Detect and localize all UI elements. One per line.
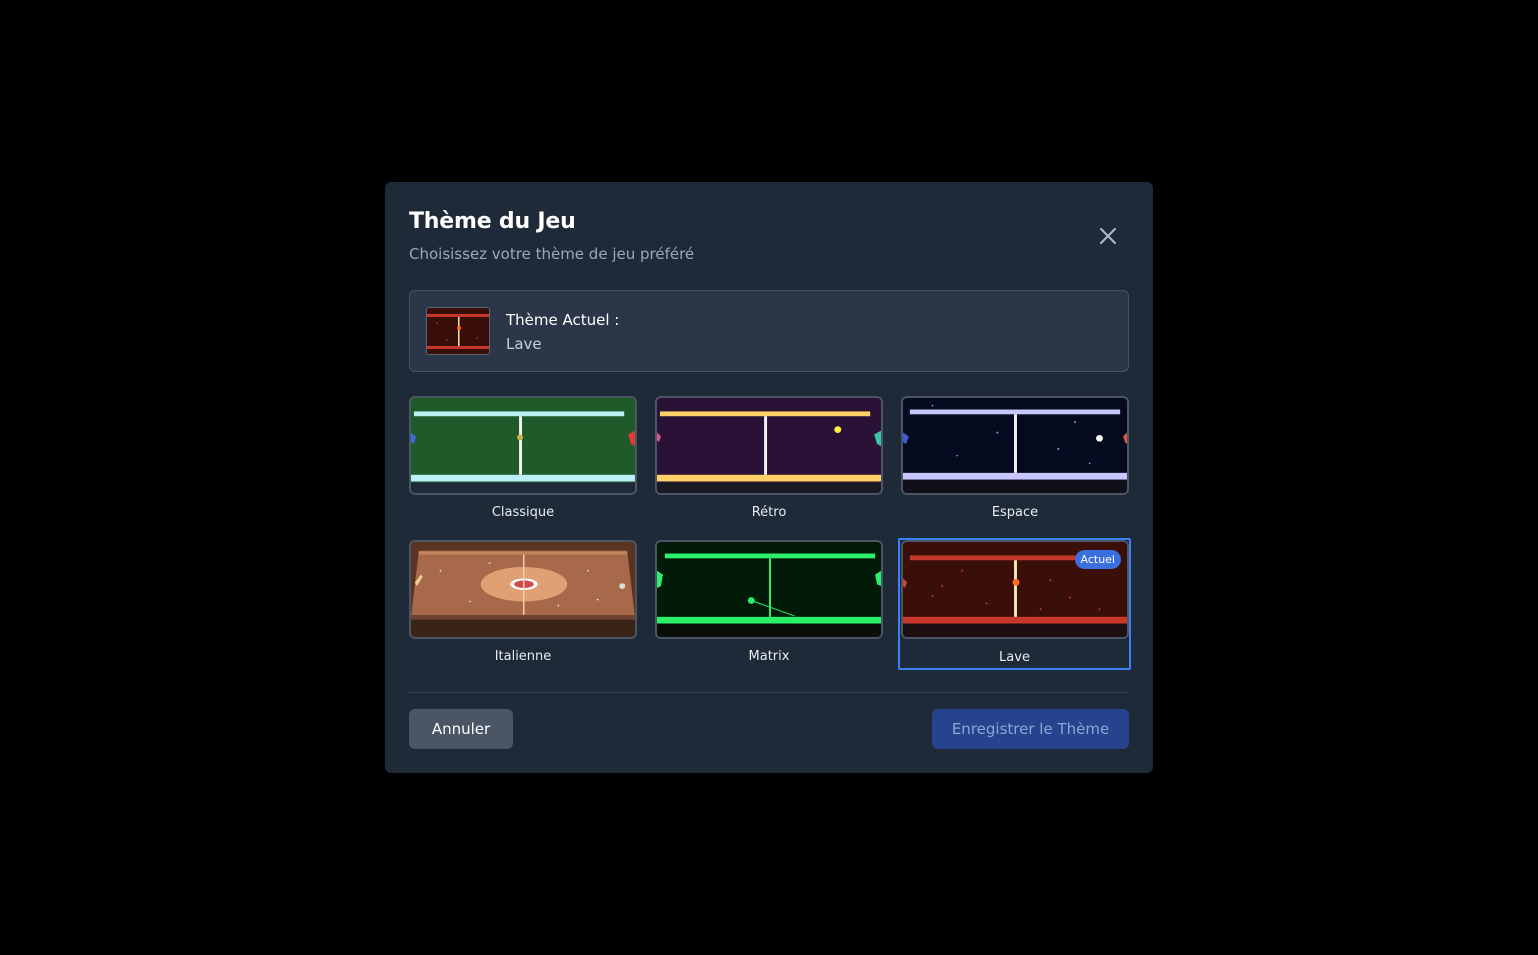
- theme-card-retro[interactable]: Rétro: [654, 396, 884, 526]
- theme-label-lave: Lave: [999, 650, 1030, 665]
- close-icon[interactable]: [1096, 224, 1120, 248]
- dialog-title: Thème du Jeu: [409, 209, 576, 234]
- current-theme-label: Thème Actuel :: [506, 311, 620, 329]
- dialog-subtitle: Choisissez votre thème de jeu préféré: [409, 245, 695, 263]
- theme-preview-retro: [655, 396, 883, 495]
- theme-label-italienne: Italienne: [494, 649, 552, 664]
- theme-label-classique: Classique: [491, 505, 555, 520]
- theme-card-italienne[interactable]: Italienne: [408, 540, 638, 670]
- save-theme-button[interactable]: Enregistrer le Thème: [932, 709, 1129, 749]
- theme-label-espace: Espace: [991, 505, 1039, 520]
- theme-label-retro: Rétro: [751, 505, 787, 520]
- theme-card-matrix[interactable]: Matrix: [654, 540, 884, 670]
- cancel-button[interactable]: Annuler: [409, 709, 513, 749]
- theme-label-matrix: Matrix: [748, 649, 790, 664]
- theme-card-lave[interactable]: Actuel Lave: [898, 538, 1131, 670]
- current-badge: Actuel: [1074, 550, 1121, 569]
- theme-preview-espace: [901, 396, 1129, 495]
- theme-card-espace[interactable]: Espace: [900, 396, 1130, 526]
- current-theme-panel: Thème Actuel : Lave: [409, 290, 1129, 372]
- theme-preview-classique: [409, 396, 637, 495]
- theme-preview-matrix: [655, 540, 883, 639]
- current-theme-value: Lave: [506, 335, 542, 353]
- theme-preview-italienne: [409, 540, 637, 639]
- theme-card-classique[interactable]: Classique: [408, 396, 638, 526]
- footer-divider: [409, 692, 1129, 693]
- current-theme-thumbnail: [426, 307, 490, 355]
- theme-dialog: Thème du Jeu Choisissez votre thème de j…: [385, 182, 1153, 773]
